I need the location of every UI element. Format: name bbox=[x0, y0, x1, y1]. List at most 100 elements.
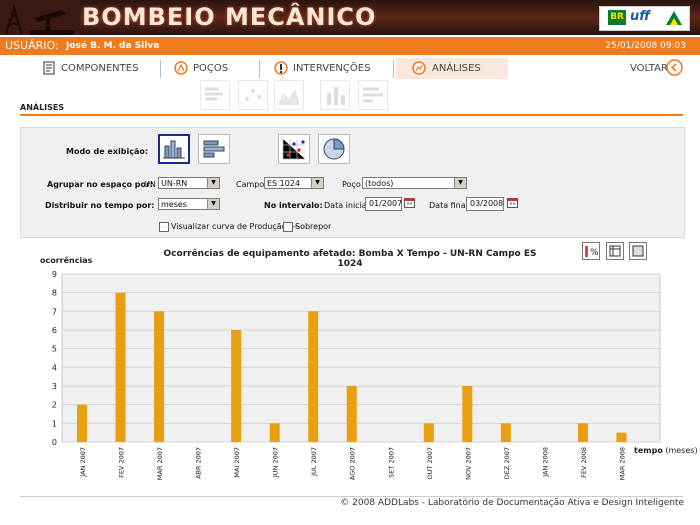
x-tick-label: DEZ 2007 bbox=[503, 447, 511, 479]
nav-analises[interactable]: ANÁLISES bbox=[396, 58, 508, 79]
x-tick-label: AGO 2007 bbox=[349, 447, 357, 480]
x-tick-label: MAR 2007 bbox=[156, 447, 164, 480]
user-label: USUÁRIO: bbox=[5, 39, 59, 52]
poco-label: Poço bbox=[342, 180, 361, 189]
nav-label: INTERVENÇÕES bbox=[293, 63, 371, 74]
footer-credits: © 2008 ADDLabs - Laboratório de Document… bbox=[340, 498, 684, 508]
x-tick-label: SET 2007 bbox=[387, 447, 395, 478]
x-tick-label: ABR 2007 bbox=[195, 447, 203, 479]
production-curve-checkbox[interactable] bbox=[159, 222, 169, 232]
poco-select[interactable]: (todos) ▼ bbox=[362, 177, 467, 189]
nav-label: ANÁLISES bbox=[432, 63, 481, 74]
y-tick-label: 9 bbox=[52, 270, 57, 279]
x-unit-text: (meses) bbox=[665, 446, 698, 455]
x-tick-label: FEV 2007 bbox=[118, 447, 126, 478]
user-name: José B. M. da Silva bbox=[66, 41, 160, 51]
pie-chart-icon bbox=[323, 138, 345, 160]
analysis-type-hbars-icon[interactable] bbox=[358, 80, 388, 110]
y-tick-label: 2 bbox=[52, 401, 57, 410]
y-tick-label: 7 bbox=[52, 307, 57, 316]
frame-icon bbox=[632, 245, 644, 257]
table-view-button[interactable] bbox=[606, 242, 624, 260]
production-curve-label: Visualizar curva de Produção ---- bbox=[171, 222, 301, 231]
section-divider bbox=[20, 114, 683, 116]
overlay-checkbox[interactable] bbox=[283, 222, 293, 232]
nav-intervencoes[interactable]: INTERVENÇÕES bbox=[274, 58, 389, 79]
campo-value: ES 1024 bbox=[267, 179, 301, 188]
x-tick-label: OUT 2007 bbox=[426, 447, 434, 479]
x-tick-label: JUL 2007 bbox=[310, 447, 318, 477]
analysis-type-table-icon[interactable] bbox=[200, 80, 230, 110]
y-tick-label: 8 bbox=[52, 289, 57, 298]
chevron-down-icon: ▼ bbox=[207, 199, 219, 209]
petrobras-logo-icon bbox=[666, 11, 682, 25]
campo-label: Campo bbox=[236, 180, 265, 189]
filter-panel: Modo de exibição: Agrupar no espaço por:… bbox=[20, 127, 685, 238]
x-tick-label: JAN 2008 bbox=[541, 447, 549, 478]
distribute-select[interactable]: meses ▼ bbox=[158, 198, 220, 210]
bar bbox=[346, 386, 357, 442]
mode-pie-button[interactable] bbox=[318, 134, 350, 164]
analysis-type-scatter-icon[interactable] bbox=[238, 80, 268, 110]
nav-pocos[interactable]: POÇOS bbox=[174, 58, 254, 79]
nav-divider bbox=[160, 60, 161, 78]
fullscreen-button[interactable] bbox=[629, 242, 647, 260]
document-icon bbox=[43, 61, 55, 75]
mode-vertical-bars-button[interactable] bbox=[158, 134, 190, 164]
vertical-bars-icon bbox=[163, 140, 185, 159]
chevron-down-icon: ▼ bbox=[454, 178, 466, 188]
chevron-down-icon: ▼ bbox=[311, 178, 323, 188]
uff-logo: uff bbox=[630, 9, 651, 24]
main-nav: COMPONENTES POÇOS INTERVENÇÕES ANÁLISES … bbox=[0, 58, 700, 80]
footer-divider bbox=[20, 496, 683, 497]
un-label: UN bbox=[144, 180, 156, 189]
nav-componentes[interactable]: COMPONENTES bbox=[42, 58, 152, 79]
section-title: ANÁLISES bbox=[20, 103, 65, 112]
intervention-icon bbox=[274, 61, 288, 75]
analysis-type-area-icon[interactable] bbox=[274, 80, 304, 110]
un-value: UN-RN bbox=[161, 179, 188, 188]
bar bbox=[231, 330, 242, 442]
bar bbox=[462, 386, 473, 442]
percent-icon: % bbox=[585, 246, 599, 258]
scatter-grid-icon bbox=[282, 139, 305, 160]
nav-divider bbox=[393, 60, 394, 78]
y-tick-label: 3 bbox=[52, 382, 57, 391]
display-mode-label: Modo de exibição: bbox=[66, 147, 149, 156]
analysis-icon bbox=[412, 61, 426, 75]
end-date-label: Data final bbox=[429, 201, 468, 210]
campo-select[interactable]: ES 1024 ▼ bbox=[264, 177, 324, 189]
analysis-type-bars-icon[interactable] bbox=[320, 80, 350, 110]
plot-area bbox=[61, 273, 661, 443]
app-title: BOMBEIO MECÂNICO bbox=[82, 3, 377, 31]
calendar-icon[interactable] bbox=[507, 197, 518, 208]
chart-x-label: tempo (meses) bbox=[634, 446, 698, 455]
start-date-label: Data inicial bbox=[324, 201, 369, 210]
distribute-time-label: Distribuir no tempo por: bbox=[45, 201, 155, 210]
bar bbox=[115, 292, 126, 442]
percent-button[interactable]: % bbox=[582, 242, 600, 260]
mode-scatter-button[interactable] bbox=[278, 134, 310, 164]
y-tick-label: 6 bbox=[52, 326, 57, 335]
end-date-input[interactable]: 03/2008 bbox=[466, 197, 504, 211]
bar bbox=[423, 423, 434, 442]
x-tick-label: NOV 2007 bbox=[464, 447, 472, 480]
bar bbox=[269, 423, 280, 442]
x-tick-label: MAI 2007 bbox=[233, 447, 241, 478]
mode-horizontal-bars-button[interactable] bbox=[198, 134, 230, 164]
nav-label: COMPONENTES bbox=[61, 63, 139, 74]
bar-chart: 0 1 2 3 4 5 6 7 8 9 JAN 2007 FEV 2007 MAR 2007 ABR 20… bbox=[52, 270, 661, 480]
nav-divider bbox=[259, 60, 260, 78]
start-date-input[interactable]: 01/2007 bbox=[365, 197, 402, 211]
bar bbox=[616, 432, 627, 442]
y-tick-label: 0 bbox=[52, 438, 57, 447]
chevron-down-icon: ▼ bbox=[207, 178, 219, 188]
un-select[interactable]: UN-RN ▼ bbox=[158, 177, 220, 189]
interval-label: No intervalo: bbox=[264, 201, 323, 210]
overlay-label: Sobrepor bbox=[295, 222, 332, 231]
bar bbox=[77, 404, 87, 442]
session-datetime: 25/01/2008 09:03 bbox=[605, 41, 686, 51]
y-tick-label: 4 bbox=[52, 363, 57, 372]
back-button[interactable]: VOLTAR bbox=[630, 58, 686, 79]
calendar-icon[interactable] bbox=[404, 197, 415, 208]
